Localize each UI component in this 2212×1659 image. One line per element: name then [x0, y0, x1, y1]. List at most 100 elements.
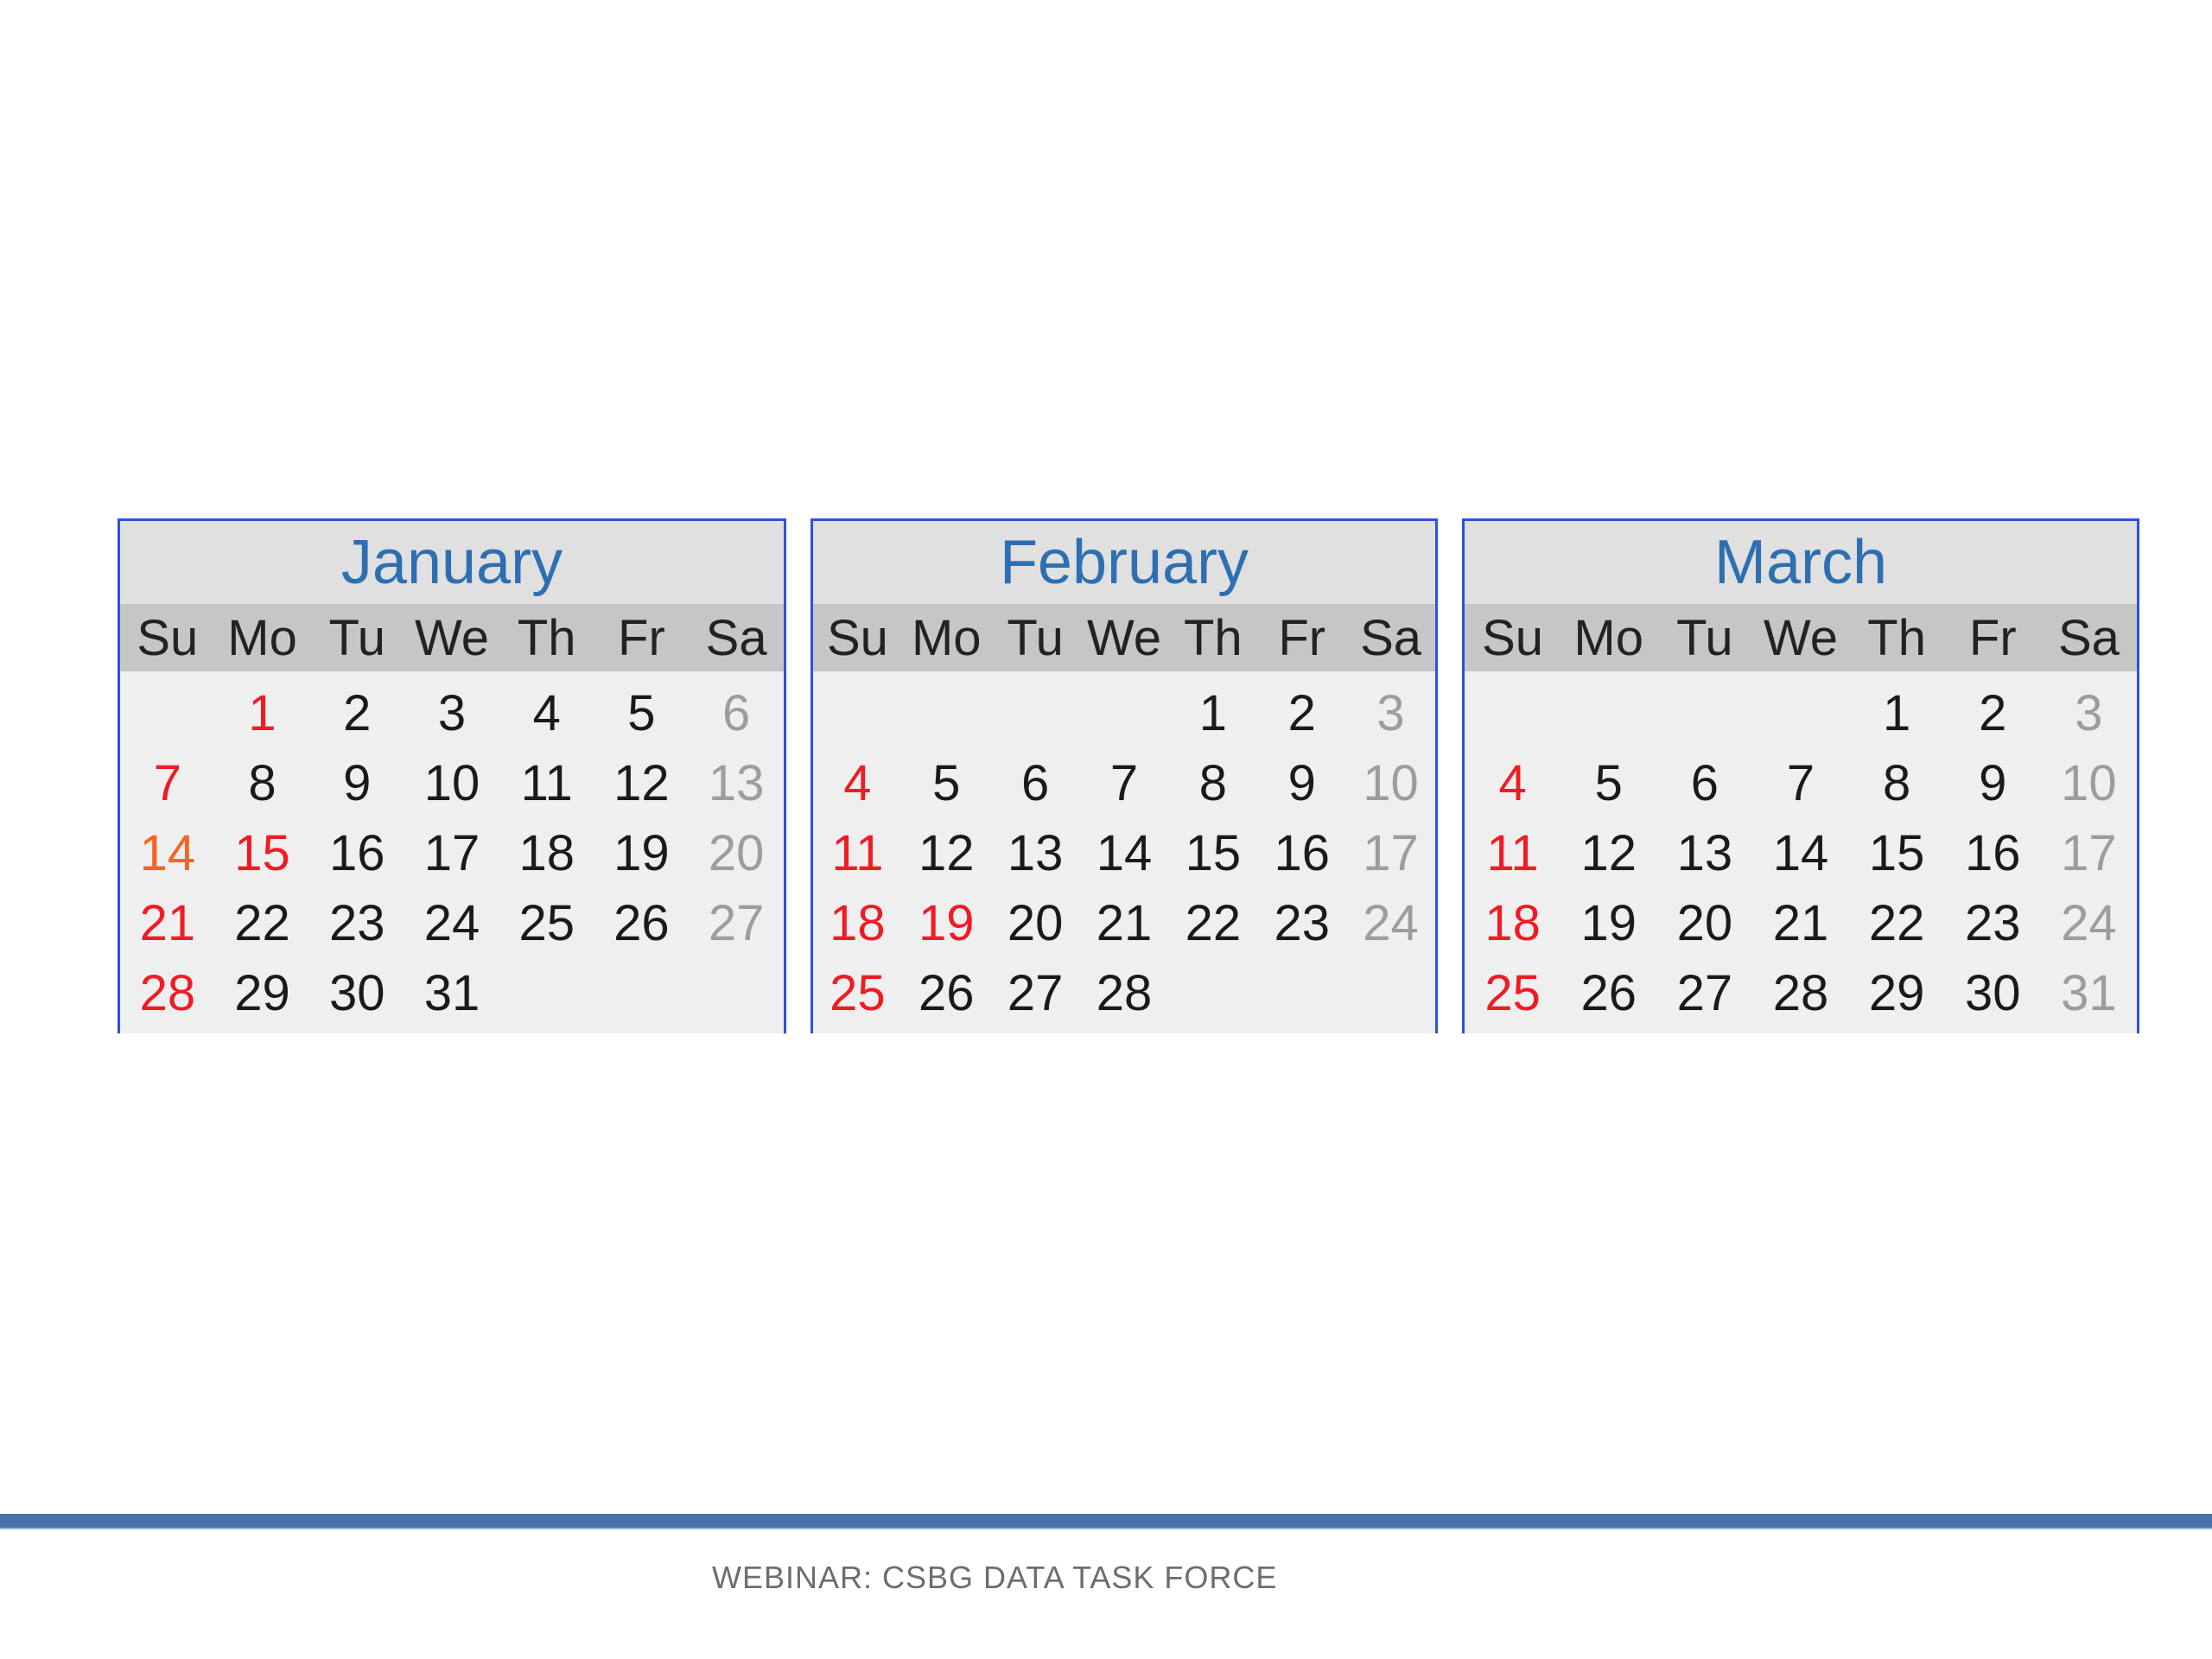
day-cell[interactable]: 12	[594, 754, 690, 812]
day-cell[interactable]: 1	[1849, 684, 1945, 742]
day-cell[interactable]: 11	[1465, 824, 1560, 882]
day-cell[interactable]: 20	[1656, 894, 1752, 952]
day-cell[interactable]: 13	[689, 754, 784, 812]
day-cell[interactable]: 20	[991, 894, 1080, 952]
day-cell[interactable]: 5	[902, 754, 991, 812]
day-cell[interactable]: 29	[215, 964, 310, 1022]
day-cell[interactable]: 23	[1257, 894, 1346, 952]
day-cell[interactable]: 24	[2041, 894, 2137, 952]
day-cell[interactable]: 3	[404, 684, 499, 742]
day-cell[interactable]: 4	[499, 684, 594, 742]
day-cell[interactable]: 30	[309, 964, 404, 1022]
day-cell[interactable]: 25	[499, 894, 594, 952]
day-cell[interactable]: 7	[120, 754, 215, 812]
day-cell[interactable]: 17	[2041, 824, 2137, 882]
day-cell[interactable]: 21	[1752, 894, 1848, 952]
day-cell[interactable]: 11	[813, 824, 902, 882]
day-cell[interactable]: 7	[1080, 754, 1169, 812]
day-cell[interactable]: 12	[1560, 824, 1656, 882]
day-cell[interactable]: 2	[309, 684, 404, 742]
day-cell[interactable]: 15	[1168, 824, 1257, 882]
day-cell[interactable]: 20	[689, 824, 784, 882]
day-cell[interactable]: 25	[813, 964, 902, 1022]
day-cell[interactable]: 23	[309, 894, 404, 952]
day-cell[interactable]: 3	[2041, 684, 2137, 742]
day-cell[interactable]: 24	[1346, 894, 1435, 952]
day-cell[interactable]: 18	[1465, 894, 1560, 952]
day-cell[interactable]: 26	[1560, 964, 1656, 1022]
day-cell[interactable]: 28	[1080, 964, 1169, 1022]
footer-caption: WEBINAR: CSBG DATA TASK FORCE	[712, 1560, 1278, 1595]
day-cell[interactable]: 17	[404, 824, 499, 882]
day-cell[interactable]: 19	[594, 824, 690, 882]
day-cell[interactable]: 25	[1465, 964, 1560, 1022]
day-cell[interactable]: 6	[991, 754, 1080, 812]
day-cell[interactable]: 15	[215, 824, 310, 882]
day-cell[interactable]: 4	[813, 754, 902, 812]
day-cell[interactable]: 14	[120, 824, 215, 882]
day-cell[interactable]: 19	[902, 894, 991, 952]
day-cell[interactable]: 9	[309, 754, 404, 812]
day-cell[interactable]: 1	[215, 684, 310, 742]
day-cell[interactable]: 12	[902, 824, 991, 882]
day-cell[interactable]: 11	[499, 754, 594, 812]
weekday-label: We	[1087, 609, 1161, 666]
day-cell[interactable]: 30	[1945, 964, 2041, 1022]
day-cell[interactable]: 22	[215, 894, 310, 952]
day-cell[interactable]: 27	[689, 894, 784, 952]
day-cell[interactable]: 17	[1346, 824, 1435, 882]
day-cell[interactable]: 15	[1849, 824, 1945, 882]
day-cell[interactable]: 3	[1346, 684, 1435, 742]
day-cell[interactable]: 14	[1080, 824, 1169, 882]
day-cell[interactable]: 31	[404, 964, 499, 1022]
weekday-label: Th	[1184, 609, 1243, 666]
day-cell[interactable]: 6	[689, 684, 784, 742]
day-cell[interactable]: 31	[2041, 964, 2137, 1022]
day-cell[interactable]: 22	[1849, 894, 1945, 952]
day-cell[interactable]: 28	[1752, 964, 1848, 1022]
day-cell[interactable]: 22	[1168, 894, 1257, 952]
day-cell[interactable]: 24	[404, 894, 499, 952]
day-cell[interactable]: 1	[1168, 684, 1257, 742]
day-cell[interactable]: 5	[1560, 754, 1656, 812]
day-cell[interactable]: 10	[404, 754, 499, 812]
day-cell[interactable]: 10	[2041, 754, 2137, 812]
day-cell[interactable]: 21	[120, 894, 215, 952]
day-cell[interactable]: 18	[813, 894, 902, 952]
day-cell[interactable]: 7	[1752, 754, 1848, 812]
day-cell[interactable]: 19	[1560, 894, 1656, 952]
day-cell[interactable]: 13	[1656, 824, 1752, 882]
day-cell[interactable]: 26	[594, 894, 690, 952]
day-cell[interactable]: 2	[1257, 684, 1346, 742]
weekday-label: Su	[137, 609, 199, 666]
day-cell[interactable]: 10	[1346, 754, 1435, 812]
day-cell[interactable]: 14	[1752, 824, 1848, 882]
weekday-label: Fr	[618, 609, 665, 666]
day-cell[interactable]: 13	[991, 824, 1080, 882]
day-cell[interactable]: 2	[1945, 684, 2041, 742]
day-cell[interactable]: 18	[499, 824, 594, 882]
weekday-label: Su	[1482, 609, 1544, 666]
day-cell[interactable]: 9	[1945, 754, 2041, 812]
day-cell[interactable]: 23	[1945, 894, 2041, 952]
day-cell[interactable]: 21	[1080, 894, 1169, 952]
day-cell[interactable]: 4	[1465, 754, 1560, 812]
day-cell[interactable]: 8	[215, 754, 310, 812]
day-cell[interactable]: 5	[594, 684, 690, 742]
day-cell[interactable]: 8	[1168, 754, 1257, 812]
day-cell[interactable]: 6	[1656, 754, 1752, 812]
weekday-label: We	[1764, 609, 1838, 666]
day-cell[interactable]: 16	[1257, 824, 1346, 882]
day-cell[interactable]: 28	[120, 964, 215, 1022]
day-cell[interactable]: 9	[1257, 754, 1346, 812]
weekday-label: Fr	[1278, 609, 1326, 666]
day-cell[interactable]: 27	[991, 964, 1080, 1022]
month-title: January	[120, 521, 784, 604]
weekday-header: Su Mo Tu We Th Fr Sa	[813, 604, 1435, 671]
day-cell[interactable]: 8	[1849, 754, 1945, 812]
day-cell[interactable]: 29	[1849, 964, 1945, 1022]
day-cell[interactable]: 26	[902, 964, 991, 1022]
day-cell[interactable]: 16	[309, 824, 404, 882]
day-cell[interactable]: 16	[1945, 824, 2041, 882]
day-cell[interactable]: 27	[1656, 964, 1752, 1022]
